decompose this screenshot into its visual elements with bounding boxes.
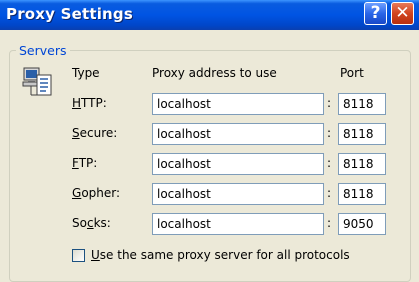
type-column-header: Type (72, 66, 100, 80)
socks-label-mnemonic: c (86, 216, 94, 230)
ftp-colon: : (327, 156, 332, 170)
socks-label: Socks: (72, 216, 111, 230)
secure-label-rest: ecure: (79, 126, 118, 140)
http-address-input[interactable]: localhost (152, 93, 324, 115)
same-proxy-mnemonic: U (91, 248, 100, 262)
http-label: HTTP: (72, 96, 107, 110)
http-colon: : (327, 96, 332, 110)
gopher-label: Gopher: (72, 186, 120, 200)
http-label-rest: TTP: (81, 96, 107, 110)
socks-port-input[interactable]: 9050 (338, 213, 386, 235)
secure-label-mnemonic: S (72, 126, 80, 140)
secure-address-input[interactable]: localhost (152, 123, 324, 145)
same-proxy-label[interactable]: Use the same proxy server for all protoc… (91, 248, 350, 262)
help-button[interactable]: ? (364, 2, 387, 25)
ftp-label-mnemonic: F (72, 156, 79, 170)
port-column-header: Port (340, 66, 364, 80)
same-proxy-checkbox[interactable] (72, 249, 85, 262)
same-proxy-label-rest: se the same proxy server for all protoco… (99, 248, 350, 262)
secure-label: Secure: (72, 126, 117, 140)
gopher-label-rest: opher: (81, 186, 121, 200)
close-button[interactable]: ✕ (391, 2, 414, 25)
secure-port-input[interactable]: 8118 (338, 123, 386, 145)
gopher-address-input[interactable]: localhost (152, 183, 324, 205)
socks-label-rest: ks: (93, 216, 111, 230)
ftp-label: FTP: (72, 156, 97, 170)
http-port-input[interactable]: 8118 (338, 93, 386, 115)
http-label-mnemonic: H (72, 96, 82, 110)
title-bar[interactable]: Proxy Settings ? ✕ (0, 0, 419, 30)
socks-colon: : (327, 216, 332, 230)
window-title: Proxy Settings (6, 5, 133, 23)
ftp-port-input[interactable]: 8118 (338, 153, 386, 175)
socks-label-pre: So (72, 216, 87, 230)
socks-address-input[interactable]: localhost (152, 213, 324, 235)
servers-group-label: Servers (16, 43, 70, 58)
gopher-colon: : (327, 186, 332, 200)
address-column-header: Proxy address to use (152, 66, 277, 80)
ftp-label-rest: TP: (78, 156, 98, 170)
secure-colon: : (327, 126, 332, 140)
gopher-port-input[interactable]: 8118 (338, 183, 386, 205)
gopher-label-mnemonic: G (72, 186, 82, 200)
ftp-address-input[interactable]: localhost (152, 153, 324, 175)
network-computers-icon (22, 67, 52, 96)
